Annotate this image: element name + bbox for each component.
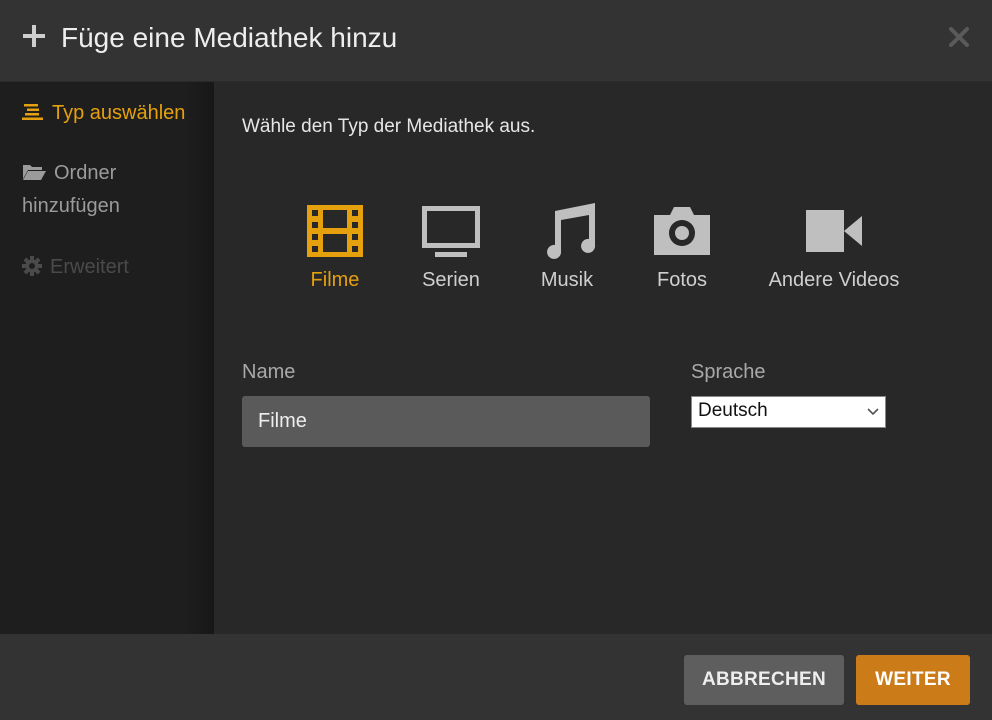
video-camera-icon (806, 210, 862, 252)
wizard-sidebar: Typ auswählen Ordner hinzufügen Erweiter… (0, 82, 214, 634)
close-icon[interactable] (946, 24, 972, 50)
sidebar-item-label: Ordner (54, 162, 117, 184)
tv-icon (422, 206, 480, 257)
sidebar-item-type[interactable]: Typ auswählen (22, 97, 185, 130)
sidebar-item-folders[interactable]: Ordner hinzufügen (22, 157, 120, 223)
type-label: Andere Videos (768, 269, 900, 291)
type-option-music[interactable]: Musik (530, 202, 604, 292)
language-select-value: Deutsch (698, 400, 768, 421)
language-label: Sprache (691, 361, 766, 383)
sidebar-item-label: Erweitert (50, 256, 129, 278)
type-option-other-videos[interactable]: Andere Videos (768, 202, 900, 292)
music-icon (547, 203, 596, 259)
language-select[interactable]: Deutsch (691, 396, 886, 428)
sidebar-item-advanced: Erweitert (22, 251, 129, 284)
chevron-down-icon (867, 408, 879, 416)
type-option-movies[interactable]: Filme (298, 202, 372, 292)
type-option-series[interactable]: Serien (414, 202, 488, 292)
film-icon (307, 205, 363, 257)
type-label: Musik (540, 269, 594, 291)
next-button[interactable]: WEITER (856, 655, 970, 705)
name-label: Name (242, 361, 296, 383)
camera-icon (654, 207, 710, 255)
gear-icon (22, 255, 42, 276)
plus-icon (23, 25, 45, 47)
dialog-footer: ABBRECHEN WEITER (0, 634, 992, 720)
sidebar-item-label-line2: hinzufügen (22, 195, 120, 217)
type-label: Fotos (656, 269, 708, 291)
name-input[interactable] (242, 396, 650, 447)
main-panel: Wähle den Typ der Mediathek aus. Filme S… (214, 82, 992, 634)
sidebar-item-label: Typ auswählen (52, 102, 186, 124)
dialog-header: Füge eine Mediathek hinzu (0, 0, 992, 82)
folder-open-icon (23, 164, 46, 180)
type-label: Filme (310, 269, 360, 291)
instruction-text: Wähle den Typ der Mediathek aus. (242, 116, 536, 137)
dialog-title: Füge eine Mediathek hinzu (61, 22, 398, 53)
type-option-photos[interactable]: Fotos (645, 202, 719, 292)
cancel-button[interactable]: ABBRECHEN (684, 655, 844, 705)
list-icon (22, 103, 43, 120)
type-label: Serien (422, 269, 480, 291)
